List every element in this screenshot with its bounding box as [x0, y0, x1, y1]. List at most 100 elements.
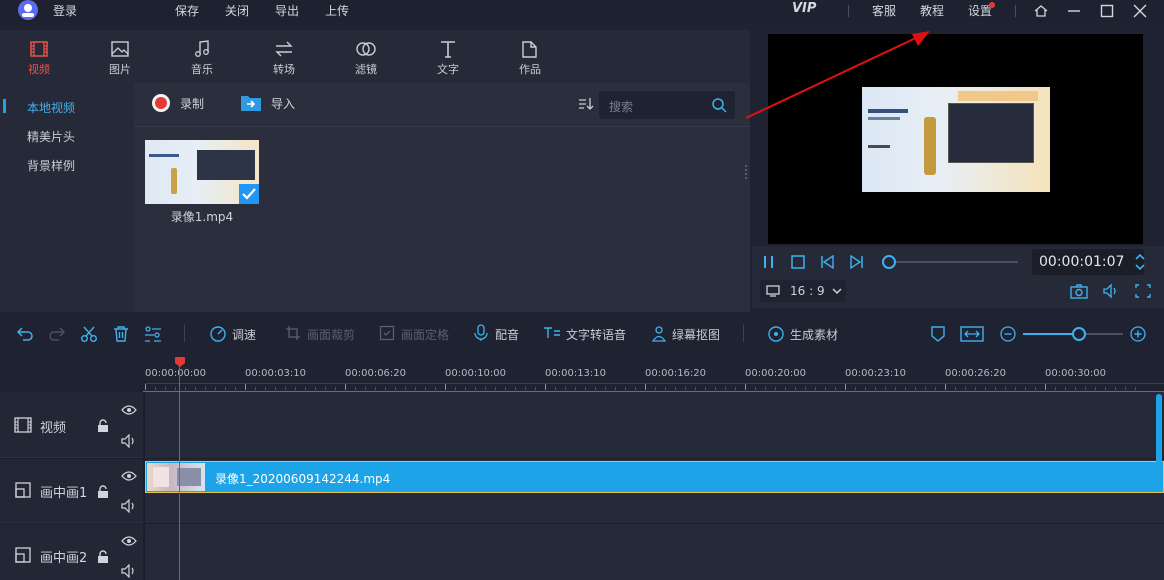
snapshot-icon[interactable] [1070, 283, 1088, 299]
freeze-button[interactable]: 画面定格 [401, 326, 449, 343]
audio-icon[interactable] [121, 434, 137, 448]
divider [848, 5, 849, 17]
tab-text[interactable]: 文字 [422, 38, 474, 78]
support-link[interactable]: 客服 [872, 2, 896, 19]
record-icon[interactable] [151, 93, 171, 113]
resize-handle[interactable] [745, 165, 747, 179]
ruler-minor-tick [1125, 387, 1126, 390]
timecode-stepper[interactable] [1134, 251, 1146, 273]
timecode-value: 00:00:01:07 [1039, 254, 1125, 270]
sidebar-item-intros[interactable]: 精美片头 [27, 128, 75, 145]
audio-icon[interactable] [121, 499, 137, 513]
zoom-out-icon[interactable] [1000, 326, 1016, 342]
ruler-minor-tick [735, 387, 736, 390]
ruler-minor-tick [865, 387, 866, 390]
ruler-minor-tick [425, 387, 426, 390]
ruler-minor-tick [525, 387, 526, 390]
dub-button[interactable]: 配音 [495, 326, 519, 343]
aspect-ratio-select[interactable]: 16 : 9 [760, 280, 846, 302]
ruler-minor-tick [755, 387, 756, 390]
lock-icon[interactable] [97, 419, 109, 433]
eye-icon[interactable] [121, 404, 137, 416]
vip-badge[interactable]: VIP [792, 1, 816, 16]
sort-icon[interactable] [578, 96, 594, 112]
tab-works[interactable]: 作品 [504, 38, 556, 78]
speed-button[interactable]: 调速 [232, 326, 256, 343]
ruler-tick [245, 384, 246, 390]
maximize-icon[interactable] [1099, 3, 1115, 19]
audio-icon[interactable] [121, 564, 137, 578]
ruler-minor-tick [485, 387, 486, 390]
fit-timeline-icon[interactable] [960, 325, 984, 343]
ruler-minor-tick [205, 387, 206, 390]
progress-handle[interactable] [882, 255, 896, 269]
generate-button[interactable]: 生成素材 [790, 326, 838, 343]
track-lane-pip2[interactable] [145, 524, 1164, 580]
volume-icon[interactable] [1102, 283, 1120, 299]
tab-video[interactable]: 视频 [13, 38, 65, 78]
redo-icon[interactable] [48, 325, 66, 343]
close-icon[interactable] [1132, 3, 1148, 19]
import-icon[interactable] [240, 94, 262, 112]
ruler-tick-label: 00:00:26:20 [945, 368, 1007, 379]
ruler-minor-tick [515, 387, 516, 390]
prev-frame-icon[interactable] [819, 254, 835, 270]
playhead-handle[interactable] [174, 356, 186, 368]
search-icon[interactable] [711, 97, 727, 113]
home-icon[interactable] [1033, 3, 1049, 19]
tab-label: 文字 [437, 63, 459, 76]
lock-icon[interactable] [97, 550, 109, 564]
lock-icon[interactable] [97, 485, 109, 499]
green-screen-button[interactable]: 绿幕抠图 [672, 326, 720, 343]
menu-close[interactable]: 关闭 [225, 2, 249, 19]
ruler-minor-tick [555, 387, 556, 390]
search-input[interactable]: 搜索 [599, 91, 735, 119]
playhead-line [179, 366, 180, 580]
minimize-icon[interactable] [1066, 3, 1082, 19]
selected-check-icon[interactable] [239, 184, 259, 204]
import-button[interactable]: 导入 [271, 95, 295, 112]
video-clip[interactable]: 录像1_20200609142244.mp4 [145, 461, 1164, 493]
marker-icon[interactable] [930, 325, 946, 343]
sidebar-item-backgrounds[interactable]: 背景样例 [27, 157, 75, 174]
next-frame-icon[interactable] [849, 254, 865, 270]
ruler-minor-tick [575, 387, 576, 390]
login-link[interactable]: 登录 [53, 2, 77, 19]
crop-button[interactable]: 画面裁剪 [307, 326, 355, 343]
fullscreen-icon[interactable] [1134, 283, 1152, 299]
track-lane-video[interactable] [145, 392, 1164, 458]
tab-image[interactable]: 图片 [94, 38, 146, 78]
menu-export[interactable]: 导出 [275, 2, 299, 19]
delete-icon[interactable] [112, 325, 130, 343]
ruler-minor-tick [1085, 387, 1086, 390]
stop-icon[interactable] [790, 254, 806, 270]
pause-icon[interactable] [762, 254, 776, 270]
tab-transition[interactable]: 转场 [258, 38, 310, 78]
tab-filter[interactable]: 滤镜 [340, 38, 392, 78]
timecode-display[interactable]: 00:00:01:07 [1032, 249, 1144, 275]
zoom-handle[interactable] [1072, 327, 1086, 341]
content-toolbar: 录制 导入 搜索 [134, 83, 750, 127]
ruler-minor-tick [365, 387, 366, 390]
eye-icon[interactable] [121, 535, 137, 547]
ruler-minor-tick [455, 387, 456, 390]
menu-save[interactable]: 保存 [175, 2, 199, 19]
progress-track[interactable] [888, 261, 1018, 263]
sidebar-item-local-video[interactable]: 本地视频 [27, 99, 75, 116]
tutorial-link[interactable]: 教程 [920, 2, 944, 19]
eye-icon[interactable] [121, 470, 137, 482]
zoom-in-icon[interactable] [1130, 326, 1146, 342]
record-button[interactable]: 录制 [180, 95, 204, 112]
tts-button[interactable]: 文字转语音 [566, 326, 626, 343]
menu-upload[interactable]: 上传 [325, 2, 349, 19]
properties-icon[interactable] [144, 325, 162, 343]
video-thumbnail[interactable] [145, 140, 259, 204]
filter-icon [355, 38, 377, 60]
app-logo[interactable] [16, 0, 40, 22]
undo-icon[interactable] [16, 325, 34, 343]
tab-music[interactable]: 音乐 [176, 38, 228, 78]
ruler-minor-tick [625, 387, 626, 390]
timeline-scrollbar[interactable] [1156, 394, 1162, 490]
cut-icon[interactable] [80, 325, 98, 343]
track-lane-pip1[interactable]: 录像1_20200609142244.mp4 [145, 459, 1164, 523]
